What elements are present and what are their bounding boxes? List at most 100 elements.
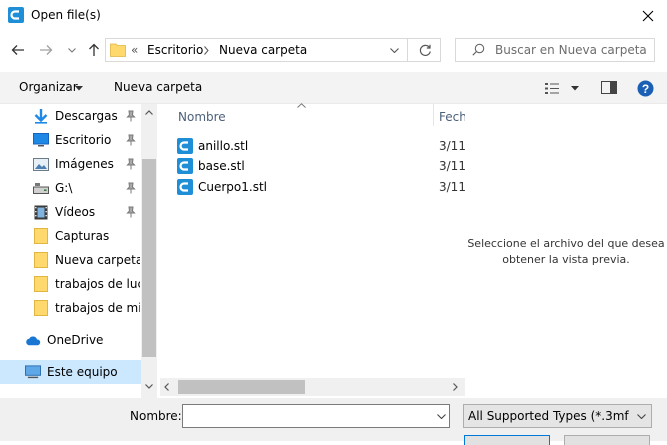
- chevron-down-icon: [68, 47, 76, 53]
- window-title: Open file(s): [31, 8, 101, 22]
- sidebar-item-g-drive[interactable]: G:\: [20, 177, 140, 199]
- sidebar-item-onedrive[interactable]: OneDrive: [12, 329, 140, 351]
- organize-button[interactable]: Organizar: [19, 80, 78, 94]
- arrow-left-icon: [11, 45, 24, 55]
- sidebar-item-label: Capturas: [55, 229, 110, 243]
- folder-icon: [33, 300, 49, 316]
- file-name-input[interactable]: [182, 404, 450, 428]
- preview-message-line: Seleccione el archivo del que desea: [467, 237, 665, 250]
- sidebar-item-label: Vídeos: [55, 205, 96, 219]
- arrow-right-icon: [40, 45, 53, 55]
- stl-file-icon: [177, 158, 193, 174]
- folder-icon: [33, 252, 49, 268]
- chevron-down-icon: [389, 47, 399, 53]
- preview-pane-button[interactable]: [600, 80, 617, 95]
- sidebar-item-label: G:\: [55, 181, 73, 195]
- list-item-base[interactable]: base.stl: [177, 156, 245, 176]
- list-item-cuerpo1[interactable]: Cuerpo1.stl: [177, 177, 267, 197]
- breadcrumb-overflow[interactable]: «: [131, 43, 138, 57]
- divider: [407, 38, 408, 62]
- new-folder-button[interactable]: Nueva carpeta: [114, 80, 202, 94]
- sidebar-item-label: Escritorio: [55, 133, 112, 147]
- breadcrumb-item-escritorio[interactable]: Escritorio: [147, 43, 203, 57]
- folder-icon: [110, 43, 126, 57]
- open-button[interactable]: [464, 435, 550, 445]
- file-type-select[interactable]: All Supported Types (*.3mf *.amf *.obj *…: [463, 404, 652, 428]
- drive-icon: [33, 180, 49, 196]
- sidebar-item-label: trabajos de miriam: [55, 301, 140, 315]
- refresh-icon: [419, 44, 431, 56]
- organize-label: Organizar: [19, 80, 78, 94]
- sidebar-item-label: Nueva carpeta: [55, 253, 140, 267]
- sort-ascending-icon: [297, 103, 306, 108]
- file-type-value: All Supported Types (*.3mf *.amf *.obj *…: [468, 409, 632, 423]
- file-name: base.stl: [198, 159, 245, 173]
- chevron-right-icon[interactable]: [453, 383, 458, 391]
- download-arrow-icon: [33, 108, 49, 124]
- videos-icon: [33, 204, 49, 220]
- chevron-up-icon[interactable]: [145, 110, 153, 115]
- address-dropdown-button[interactable]: [387, 44, 401, 56]
- chevron-right-icon[interactable]: [204, 46, 209, 55]
- sidebar-item-descargas[interactable]: Descargas: [20, 105, 140, 127]
- stl-file-icon: [177, 179, 193, 195]
- list-item-anillo[interactable]: anillo.stl: [177, 136, 248, 156]
- file-name: anillo.stl: [198, 139, 249, 153]
- folder-icon: [33, 276, 49, 292]
- help-button[interactable]: ?: [636, 79, 654, 97]
- this-pc-icon: [25, 364, 41, 380]
- column-divider[interactable]: [433, 104, 434, 126]
- app-logo-icon: [8, 7, 24, 23]
- folder-icon: [33, 228, 49, 244]
- sidebar-item-este-equipo[interactable]: Este equipo: [12, 361, 140, 383]
- view-options-button[interactable]: [544, 80, 560, 96]
- forward-button[interactable]: [38, 42, 54, 58]
- sidebar-item-label: Imágenes: [55, 157, 114, 171]
- file-name-label: Nombre:: [130, 409, 182, 423]
- back-button[interactable]: [10, 42, 26, 58]
- svg-text:?: ?: [641, 82, 648, 96]
- file-list-scroll-thumb[interactable]: [178, 380, 305, 394]
- recent-locations-button[interactable]: [66, 44, 78, 56]
- onedrive-icon: [25, 332, 41, 348]
- refresh-button[interactable]: [416, 42, 434, 58]
- caret-down-icon[interactable]: [571, 86, 579, 91]
- sidebar-item-escritorio[interactable]: Escritorio: [20, 129, 140, 151]
- stl-file-icon: [177, 138, 193, 154]
- chevron-down-icon[interactable]: [637, 414, 646, 419]
- sidebar-item-capturas[interactable]: Capturas: [20, 225, 140, 247]
- chevron-left-icon[interactable]: [164, 383, 169, 391]
- pictures-icon: [33, 156, 49, 172]
- up-button[interactable]: [86, 42, 102, 58]
- search-icon: [472, 43, 485, 56]
- arrow-up-icon: [89, 43, 99, 56]
- pin-icon: [126, 206, 136, 218]
- sidebar-item-imagenes[interactable]: Imágenes: [20, 153, 140, 175]
- preview-pane-icon: [600, 81, 617, 94]
- pin-icon: [126, 110, 136, 122]
- sidebar-item-videos[interactable]: Vídeos: [20, 201, 140, 223]
- file-name: Cuerpo1.stl: [198, 180, 267, 194]
- sidebar-item-label: OneDrive: [47, 333, 104, 347]
- sidebar-item-nueva-carpeta[interactable]: Nueva carpeta: [20, 249, 140, 271]
- sidebar-item-label: Este equipo: [47, 365, 118, 379]
- column-header-name[interactable]: Nombre: [178, 110, 226, 124]
- file-date: 3/11/: [439, 180, 465, 194]
- close-button[interactable]: [628, 0, 667, 31]
- pin-icon: [126, 182, 136, 194]
- column-header-date[interactable]: Fecha: [439, 110, 465, 124]
- sidebar-item-label: trabajos de lucero: [55, 277, 140, 291]
- sidebar-item-trabajos-de-lucero[interactable]: trabajos de lucero: [20, 273, 140, 295]
- breadcrumb-item-nueva-carpeta[interactable]: Nueva carpeta: [219, 43, 307, 57]
- file-date: 3/11/: [439, 159, 465, 173]
- help-icon: ?: [637, 80, 653, 96]
- nav-pane-scroll-thumb[interactable]: [142, 159, 156, 357]
- cancel-button[interactable]: [564, 435, 650, 445]
- chevron-down-icon[interactable]: [145, 384, 153, 389]
- pin-icon: [126, 158, 136, 170]
- pin-icon: [126, 134, 136, 146]
- caret-down-icon: [75, 86, 83, 91]
- chevron-down-icon[interactable]: [437, 414, 446, 419]
- sidebar-item-trabajos-de-miriam[interactable]: trabajos de miriam: [20, 297, 140, 319]
- command-bar: [0, 72, 667, 104]
